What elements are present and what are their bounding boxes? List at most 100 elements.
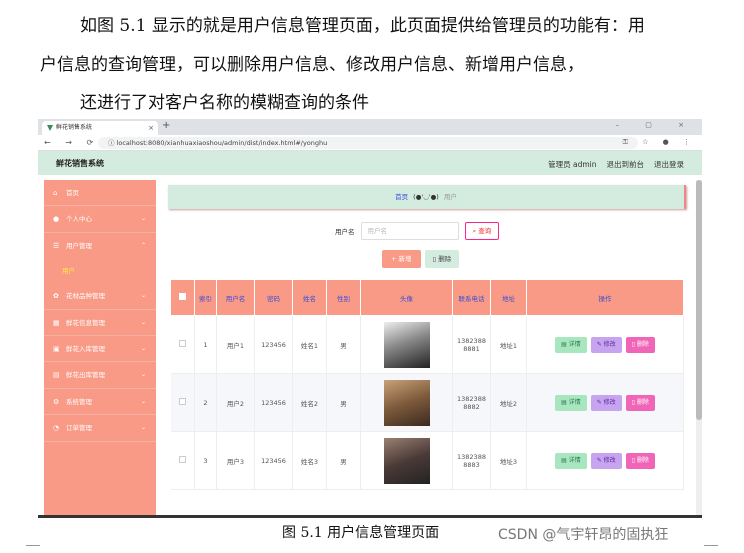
col-name[interactable]: 姓名 (292, 279, 327, 316)
row-checkbox[interactable] (178, 456, 186, 463)
edit-button[interactable]: ✎ 修改 (590, 452, 622, 469)
sidebar-subitem-user[interactable]: 用户 (44, 259, 156, 283)
sidebar-item-home[interactable]: ⌂ 首页 (44, 180, 156, 207)
row-checkbox[interactable] (178, 340, 186, 347)
detail-button[interactable]: ▤ 详情 (555, 452, 587, 469)
home-icon: ⌂ (53, 189, 58, 197)
col-password[interactable]: 密码 (254, 279, 293, 316)
edit-button[interactable]: ✎ 修改 (590, 336, 622, 353)
brand-title: 鲜花销售系统 (56, 159, 104, 168)
cell-gender: 男 (326, 315, 361, 374)
paragraph-line-1: 如图 5.1 显示的就是用户信息管理页面，此页面提供给管理员的功能有：用 (80, 16, 645, 36)
user-icon: ● (53, 215, 60, 224)
phone-part2: 8881 (463, 344, 480, 353)
search-label: 用户名 (335, 228, 355, 236)
row-delete-button[interactable]: ▯ 删除 (625, 394, 655, 411)
sidebar-item-flower-type[interactable]: ✿ 花材品种管理 ⌄ (44, 283, 156, 310)
new-tab-icon[interactable]: + (162, 120, 170, 131)
avatar (383, 379, 430, 426)
chevron-down-icon: ⌄ (140, 318, 146, 326)
delete-button[interactable]: ▯ 删除 (424, 250, 460, 268)
phone-part2: 8882 (463, 402, 480, 411)
col-address[interactable]: 地址 (490, 279, 527, 316)
chevron-down-icon: ⌄ (140, 292, 146, 300)
sidebar-item-stock-in[interactable]: ▣ 鲜花入库管理 ⌄ (44, 336, 156, 363)
phone-part1: 1382388 (457, 452, 486, 461)
select-all-checkbox[interactable] (179, 293, 186, 300)
sidebar-label: 用户管理 (66, 241, 92, 250)
sidebar-item-stock-out[interactable]: ▤ 鲜花出库管理 ⌄ (44, 362, 156, 389)
col-index: 索引 (194, 279, 217, 316)
back-to-front-link[interactable]: 退出到前台 (607, 159, 645, 170)
close-tab-icon[interactable]: × (148, 121, 154, 135)
sidebar-label: 用户 (62, 267, 75, 276)
cell-name: 姓名2 (292, 373, 327, 432)
cell-password: 123456 (254, 431, 293, 490)
row-select-cell[interactable] (170, 373, 195, 432)
cell-username: 用户3 (216, 431, 255, 490)
select-all-cell[interactable] (170, 279, 195, 316)
search-icon: ⌕ (472, 227, 477, 235)
out-icon: ▤ (53, 371, 60, 380)
search-button-label: 查询 (478, 227, 492, 235)
url-field[interactable]: ⓘ localhost:8080/xianhuaxiaoshou/admin/d… (98, 137, 638, 149)
search-input[interactable]: 用户名 (360, 222, 459, 240)
browser-tab[interactable]: 鲜花销售系统 × (42, 121, 158, 135)
cell-password: 123456 (254, 315, 293, 374)
row-select-cell[interactable] (170, 315, 195, 374)
sidebar-label: 鲜花信息管理 (66, 318, 105, 327)
cell-name: 姓名3 (292, 431, 327, 490)
breadcrumb-current: 用户 (443, 193, 457, 201)
order-icon: ◔ (53, 424, 60, 433)
col-gender[interactable]: 性别 (326, 279, 361, 316)
chevron-down-icon: ⌄ (140, 371, 146, 379)
main-content: 首页 (●'◡'●) 用户 用户名 用户名 ⌕ 查询 + 新增 ▯ 删除 索引 … (160, 180, 692, 515)
scrollbar-thumb[interactable] (696, 180, 702, 420)
tab-title: 鲜花销售系统 (56, 124, 93, 131)
col-username[interactable]: 用户名 (216, 279, 255, 316)
page-corner-mark (26, 545, 40, 553)
sidebar-label: 首页 (66, 189, 79, 197)
cell-index: 1 (194, 315, 217, 374)
window-controls[interactable]: – ▢ × (616, 121, 696, 129)
detail-button[interactable]: ▤ 详情 (555, 394, 587, 411)
row-delete-button[interactable]: ▯ 删除 (625, 452, 655, 469)
detail-button[interactable]: ▤ 详情 (555, 336, 587, 353)
vue-favicon-icon (47, 125, 53, 131)
search-button[interactable]: ⌕ 查询 (464, 222, 500, 240)
browser-toolbar-icons[interactable]: ⚿ ☆ ● ⋮ (623, 138, 696, 147)
cell-phone: 1382388 8883 (452, 431, 491, 490)
table-row: 2 用户2 123456 姓名2 男 1382388 8882 地址2 ▤ 详情 … (170, 373, 684, 432)
col-phone[interactable]: 联系电话 (452, 279, 491, 316)
row-delete-label: 删除 (636, 398, 649, 406)
logout-link[interactable]: 退出登录 (654, 159, 684, 170)
row-delete-button[interactable]: ▯ 删除 (625, 336, 655, 353)
cell-phone: 1382388 8881 (452, 315, 491, 374)
search-bar: 用户名 用户名 ⌕ 查询 (335, 222, 500, 240)
list-icon: ☰ (53, 241, 60, 250)
row-checkbox[interactable] (178, 398, 186, 405)
edit-button[interactable]: ✎ 修改 (590, 394, 622, 411)
nav-buttons[interactable]: ← → ⟳ (44, 138, 99, 147)
sidebar-item-system[interactable]: ⚙ 系统管理 ⌄ (44, 389, 156, 416)
cell-actions: ▤ 详情 ✎ 修改 ▯ 删除 (526, 315, 684, 374)
cell-address: 地址1 (490, 315, 527, 374)
page-scrollbar[interactable] (696, 180, 702, 515)
breadcrumb: 首页 (●'◡'●) 用户 (168, 185, 686, 209)
cell-gender: 男 (326, 373, 361, 432)
table-row: 1 用户1 123456 姓名1 男 1382388 8881 地址1 ▤ 详情 … (170, 315, 684, 374)
gear-icon: ⚙ (53, 397, 60, 406)
sidebar-label: 订单管理 (66, 424, 92, 433)
breadcrumb-home[interactable]: 首页 (395, 193, 408, 201)
row-select-cell[interactable] (170, 431, 195, 490)
sidebar-item-orders[interactable]: ◔ 订单管理 ⌄ (44, 415, 156, 442)
sidebar: ⌂ 首页 ● 个人中心 ⌄ ☰ 用户管理 ⌃ 用户 ✿ 花材品种管理 ⌄ ▦ 鲜花信息管理 ⌄ ▣… (44, 180, 156, 515)
chevron-up-icon: ⌃ (140, 241, 146, 249)
sidebar-item-flower-info[interactable]: ▦ 鲜花信息管理 ⌄ (44, 310, 156, 336)
add-button[interactable]: + 新增 (382, 250, 421, 268)
col-avatar[interactable]: 头像 (360, 279, 453, 316)
sidebar-label: 个人中心 (66, 215, 92, 224)
add-label: 新增 (398, 255, 412, 263)
sidebar-item-user-mgmt[interactable]: ☰ 用户管理 ⌃ (44, 233, 156, 259)
sidebar-item-profile[interactable]: ● 个人中心 ⌄ (44, 206, 156, 233)
